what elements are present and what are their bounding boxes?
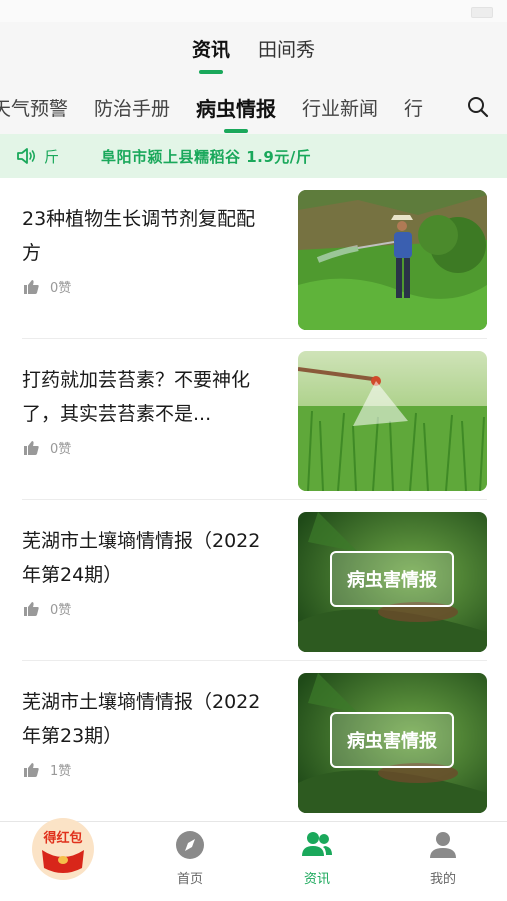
article-item[interactable]: 打药就加芸苔素？不要神化了，其实芸苔素不是... 0赞 [22, 339, 487, 500]
article-title: 芜湖市土壤墒情情报（2022年第24期） [22, 530, 261, 586]
price-ticker[interactable]: 斤 阜阳市颍上县糯稻谷 1.9元/斤 [0, 134, 507, 178]
like-count: 0赞 [24, 599, 71, 618]
like-count: 0赞 [24, 438, 71, 457]
banner-text: 病虫害情报 [347, 569, 437, 591]
speaker-icon [17, 148, 36, 164]
ticker-price-text: 阜阳市颍上县糯稻谷 1.9元/斤 [101, 147, 312, 166]
red-packet-label: 得红包 [43, 831, 83, 846]
users-icon [302, 832, 332, 856]
category-pest-report[interactable]: 病虫情报 [196, 93, 276, 122]
pest-report-banner: 病虫害情报 [298, 673, 487, 813]
like-count-text: 0赞 [50, 603, 72, 618]
search-icon [468, 97, 489, 118]
farmer-spraying-photo [298, 190, 487, 330]
nav-profile[interactable]: 我的 [403, 830, 483, 900]
thumbs-up-icon [24, 279, 39, 294]
like-count-text: 0赞 [50, 442, 72, 457]
nav-home-label: 首页 [176, 872, 203, 887]
article-item[interactable]: 芜湖市土壤墒情情报（2022年第23期） 1赞 病虫害情报 [22, 661, 487, 822]
category-weather-warning[interactable]: 天气预警 [0, 94, 68, 121]
nav-profile-label: 我的 [429, 872, 456, 887]
article-title: 芜湖市土壤墒情情报（2022年第23期） [22, 691, 261, 747]
nav-news-label: 资讯 [303, 872, 330, 887]
article-list: 23种植物生长调节剂复配配方 0赞 打药就加芸苔素？不要神化了，其实芸苔素不是.… [0, 178, 507, 822]
category-overflow[interactable]: 行 [404, 94, 423, 121]
thumbs-up-icon [24, 440, 39, 455]
article-item[interactable]: 23种植物生长调节剂复配配方 0赞 [22, 178, 487, 339]
bottom-nav: 得红包 首页 资讯 我的 [0, 818, 507, 901]
nav-news[interactable]: 资讯 [277, 830, 357, 900]
compass-icon [176, 831, 204, 859]
article-title: 打药就加芸苔素？不要神化了，其实芸苔素不是... [22, 369, 251, 425]
like-count-text: 0赞 [50, 281, 72, 296]
thumbs-up-icon [24, 762, 39, 777]
status-bar [0, 0, 507, 22]
category-industry-news[interactable]: 行业新闻 [302, 94, 378, 121]
like-count-text: 1赞 [50, 764, 72, 779]
thumbs-up-icon [24, 601, 39, 616]
red-packet-button[interactable]: 得红包 [30, 816, 96, 882]
sprayer-wheat-photo [298, 351, 487, 491]
search-button[interactable] [449, 80, 507, 134]
ticker-unit-fragment: 斤 [44, 147, 60, 166]
pest-report-banner: 病虫害情报 [298, 512, 487, 652]
battery-icon [471, 7, 493, 18]
like-count: 1赞 [24, 760, 71, 779]
category-bar: 天气预警 防治手册 病虫情报 行业新闻 行 [0, 80, 507, 134]
nav-home[interactable]: 首页 [150, 830, 230, 900]
person-icon [430, 832, 456, 858]
article-item[interactable]: 芜湖市土壤墒情情报（2022年第24期） 0赞 病虫害情报 [22, 500, 487, 661]
tab-news[interactable]: 资讯 [192, 35, 230, 68]
red-packet-icon [32, 818, 94, 880]
article-title: 23种植物生长调节剂复配配方 [22, 208, 256, 264]
category-prevention-manual[interactable]: 防治手册 [94, 94, 170, 121]
tab-field-show[interactable]: 田间秀 [258, 35, 315, 68]
banner-text: 病虫害情报 [347, 730, 437, 752]
top-tabs: 资讯 田间秀 [0, 22, 507, 80]
like-count: 0赞 [24, 277, 71, 296]
